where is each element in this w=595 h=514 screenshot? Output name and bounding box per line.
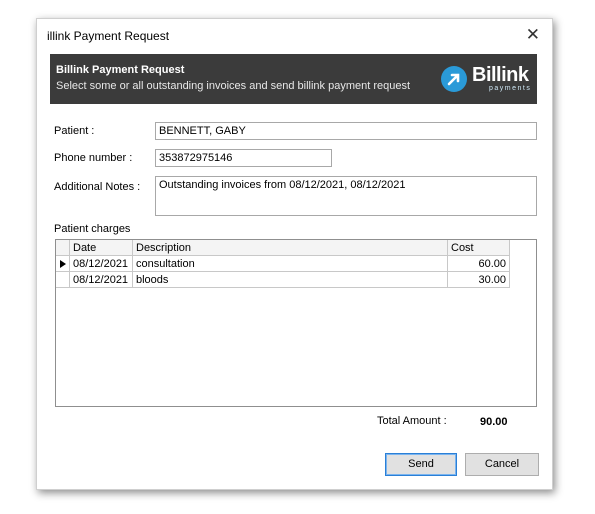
arrow-up-right-icon: [441, 66, 467, 92]
header-subtitle: Select some or all outstanding invoices …: [56, 80, 411, 92]
charges-grid[interactable]: Date Description Cost 08/12/2021 consult…: [55, 239, 537, 407]
column-header-description[interactable]: Description: [133, 240, 448, 256]
notes-label: Additional Notes :: [54, 181, 141, 193]
table-cell-description[interactable]: consultation: [133, 256, 448, 272]
logo-tagline: payments: [489, 85, 532, 92]
phone-label: Phone number :: [54, 152, 133, 164]
table-cell-date[interactable]: 08/12/2021: [70, 256, 133, 272]
window-title: illink Payment Request: [47, 29, 170, 43]
header-banner: Billink Payment Request Select some or a…: [50, 54, 537, 104]
patient-label: Patient :: [54, 125, 95, 137]
current-row-arrow-icon: [60, 260, 66, 268]
total-amount-label: Total Amount :: [377, 415, 447, 427]
row-selector[interactable]: [56, 256, 70, 272]
column-header-date[interactable]: Date: [70, 240, 133, 256]
column-header-cost[interactable]: Cost: [448, 240, 510, 256]
notes-field[interactable]: Outstanding invoices from 08/12/2021, 08…: [155, 176, 537, 216]
billink-logo: Billink payments: [441, 63, 532, 95]
table-cell-date[interactable]: 08/12/2021: [70, 272, 133, 288]
payment-request-dialog: illink Payment Request ✕ Billink Payment…: [36, 18, 553, 490]
total-amount-value: 90.00: [480, 416, 508, 428]
cancel-button[interactable]: Cancel: [465, 453, 539, 476]
row-header-corner: [56, 240, 70, 256]
title-bar: illink Payment Request ✕: [37, 19, 552, 53]
row-selector[interactable]: [56, 272, 70, 288]
table-cell-description[interactable]: bloods: [133, 272, 448, 288]
phone-field[interactable]: 353872975146: [155, 149, 332, 167]
close-icon[interactable]: ✕: [526, 25, 540, 45]
table-cell-cost[interactable]: 30.00: [448, 272, 510, 288]
send-button[interactable]: Send: [385, 453, 457, 476]
patient-field[interactable]: BENNETT, GABY: [155, 122, 537, 140]
patient-charges-label: Patient charges: [54, 223, 131, 235]
logo-name: Billink: [472, 64, 529, 86]
header-title: Billink Payment Request: [56, 64, 185, 76]
table-cell-cost[interactable]: 60.00: [448, 256, 510, 272]
